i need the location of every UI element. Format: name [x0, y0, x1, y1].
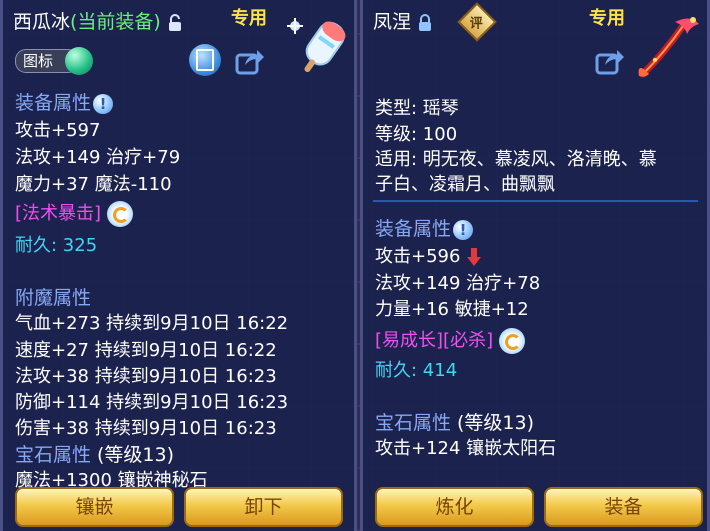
equip-attr-title: 装备属性! [15, 88, 114, 115]
item-title: 凤涅 [373, 7, 433, 34]
refresh-icon[interactable] [499, 328, 526, 354]
gem-title-label: 宝石属性 [375, 412, 452, 434]
enchant-title: 附魔属性 [15, 287, 92, 309]
gem-line: 攻击+124 镶嵌太阳石 [375, 438, 557, 459]
unequip-button[interactable]: 卸下 [184, 487, 343, 527]
gem-level: (等级13) [97, 444, 175, 466]
attr-line: 魔力+37 魔法-110 [15, 174, 172, 195]
special-tag: 专用 [589, 8, 625, 29]
attr-text: 攻击+596 [375, 246, 461, 267]
refine-button[interactable]: 炼化 [375, 487, 534, 527]
lock-open-icon [168, 13, 181, 31]
attr-line: 法攻+149 治疗+79 [15, 147, 181, 168]
phoenix-zither-icon [638, 17, 699, 78]
item-name: 凤涅 [373, 11, 412, 33]
down-arrow-icon [467, 248, 482, 266]
attr-line: 法攻+149 治疗+78 [375, 273, 541, 294]
inlay-button[interactable]: 镶嵌 [15, 487, 174, 527]
special-tag: 专用 [231, 8, 267, 29]
lock-icon [419, 13, 432, 31]
icon-label: 图标 [23, 52, 54, 70]
enchant-line: 伤害+38 持续到9月10日 16:23 [15, 418, 277, 439]
gem-title-label: 宝石属性 [15, 444, 92, 466]
equip-attr-label: 装备属性 [15, 92, 92, 114]
equip-attr-title: 装备属性! [375, 214, 474, 241]
item-title: 西瓜冰(当前装备) [13, 7, 183, 34]
refresh-icon[interactable] [107, 201, 134, 227]
gem-title: 宝石属性 (等级13) [375, 408, 534, 435]
skill-text: [易成长][必杀] [375, 330, 494, 351]
durability: 耐久: 414 [375, 360, 458, 381]
gem-level: (等级13) [457, 412, 535, 434]
info-line: 适用: 明无夜、慕凌风、洛清晚、慕 [375, 149, 657, 170]
skill-line: [法术暴击] [15, 199, 134, 227]
info-line: 等级: 100 [375, 124, 458, 145]
equipped-item-panel: 西瓜冰(当前装备) 专用 图标 装备属性! 攻击+597 法攻+149 治疗+7… [0, 0, 357, 531]
rate-badge-icon[interactable]: 评 [457, 2, 497, 42]
compare-item-panel: 凤涅 评 专用 类型: 瑶琴 等级: 100 适用: 明无夜、慕凌风、洛清晚、慕… [360, 0, 710, 531]
info-icon[interactable]: ! [93, 93, 114, 114]
equip-attr-label: 装备属性 [375, 218, 452, 240]
info-line: 子白、凌霜月、曲飘飘 [375, 174, 555, 195]
green-orb-icon [65, 47, 93, 75]
gem-title: 宝石属性 (等级13) [15, 440, 174, 467]
info-line: 类型: 瑶琴 [375, 98, 459, 119]
attr-line: 攻击+597 [15, 120, 101, 141]
durability: 耐久: 325 [15, 235, 98, 256]
equipped-status: (当前装备) [70, 11, 161, 33]
info-icon[interactable]: ! [453, 219, 474, 240]
enchant-line: 法攻+38 持续到9月10日 16:23 [15, 366, 277, 387]
attr-line: 力量+16 敏捷+12 [375, 299, 529, 320]
rate-badge-text: 评 [470, 16, 484, 32]
share-icon[interactable] [235, 47, 265, 75]
skill-text: [法术暴击] [15, 203, 102, 224]
enchant-line: 防御+114 持续到9月10日 16:23 [15, 392, 289, 413]
blue-card-icon[interactable] [189, 44, 221, 76]
item-name: 西瓜冰 [13, 11, 71, 33]
equip-button[interactable]: 装备 [544, 487, 703, 527]
enchant-line: 气血+273 持续到9月10日 16:22 [15, 313, 289, 334]
divider [373, 200, 698, 202]
icon-toggle[interactable]: 图标 [15, 47, 93, 75]
enchant-line: 速度+27 持续到9月10日 16:22 [15, 340, 277, 361]
skill-line: [易成长][必杀] [375, 326, 526, 354]
popsicle-weapon-icon [287, 18, 346, 73]
share-icon[interactable] [595, 47, 625, 75]
attr-line: 攻击+596 [375, 242, 482, 268]
